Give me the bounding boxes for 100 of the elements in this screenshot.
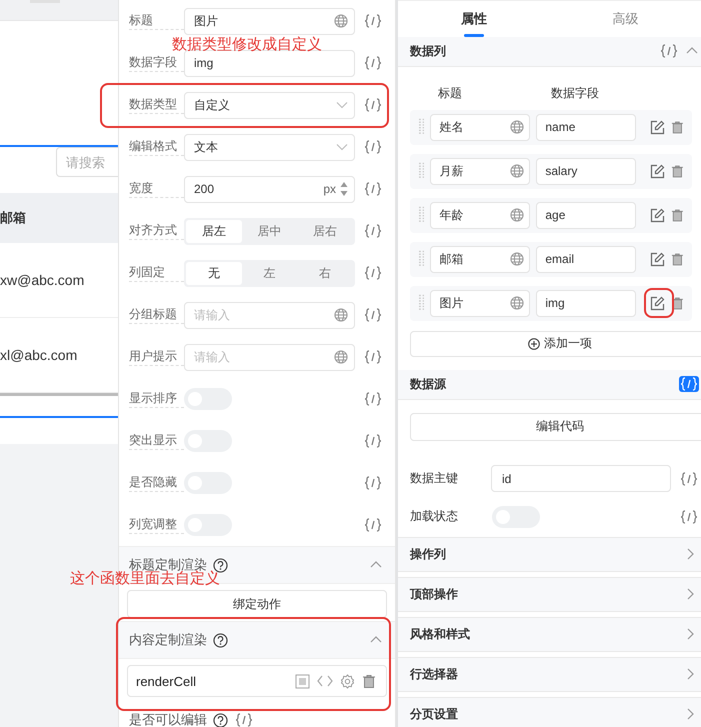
toggle-switch[interactable] <box>184 514 232 536</box>
column-header: 标题 <box>438 84 463 102</box>
code-icon[interactable] <box>679 508 699 525</box>
select-field[interactable]: 自定义 <box>184 92 355 118</box>
text-field[interactable]: 月薪 <box>430 158 530 185</box>
code-icon[interactable] <box>363 139 383 155</box>
code-icon[interactable] <box>679 470 699 487</box>
field-label: 数据类型 <box>129 96 184 114</box>
column-header: 数据字段 <box>551 84 599 102</box>
text-field[interactable]: 图片 <box>430 290 530 317</box>
chevron-down-icon <box>336 143 348 151</box>
trash-icon[interactable] <box>671 252 684 267</box>
text-field[interactable]: 邮箱 <box>430 246 530 273</box>
field-label: 是否可以编辑 <box>129 711 207 727</box>
section-title: 顶部操作 <box>410 586 458 603</box>
segment-option[interactable]: 居中 <box>242 220 298 242</box>
spinner-icon[interactable] <box>340 181 348 197</box>
code-icon[interactable] <box>363 13 383 29</box>
section-title: 操作列 <box>410 546 446 563</box>
plus-circle-icon <box>528 338 540 350</box>
segment-option[interactable]: 左 <box>242 262 298 284</box>
field-label: 是否隐藏 <box>129 474 184 492</box>
globe-icon <box>510 208 524 222</box>
code-icon[interactable] <box>363 55 383 71</box>
drag-handle-icon[interactable] <box>419 250 424 268</box>
settings-icon[interactable] <box>340 674 355 688</box>
edit-icon[interactable] <box>650 120 666 135</box>
segment-option[interactable]: 右 <box>297 262 354 284</box>
code-icon[interactable] <box>363 433 383 449</box>
select-field[interactable]: 文本 <box>184 134 355 160</box>
toggle-switch[interactable] <box>184 430 232 452</box>
field-label: 宽度 <box>129 180 184 198</box>
text-field[interactable]: age <box>536 202 636 229</box>
text-field[interactable]: 姓名 <box>430 114 530 141</box>
segment-option[interactable]: 居左 <box>186 220 242 242</box>
edit-icon[interactable] <box>650 296 666 311</box>
trash-icon[interactable] <box>671 208 684 223</box>
code-icon[interactable] <box>363 349 383 365</box>
drag-handle-icon[interactable] <box>419 206 424 224</box>
code-brackets-icon[interactable] <box>317 675 333 687</box>
text-field[interactable]: name <box>536 114 636 141</box>
code-icon[interactable] <box>363 223 383 239</box>
help-icon <box>213 558 228 572</box>
help-icon <box>213 712 228 727</box>
code-icon[interactable] <box>234 712 254 727</box>
field-label: 数据字段 <box>129 54 184 72</box>
table-cell: xl@abc.com <box>0 347 78 363</box>
bind-action-button[interactable]: 绑定动作 <box>127 590 387 618</box>
toggle-switch[interactable] <box>184 388 232 410</box>
field-label: 数据主键 <box>410 470 459 488</box>
edit-code-button[interactable]: 编辑代码 <box>410 412 701 441</box>
section-title: 数据列 <box>410 42 446 60</box>
function-item[interactable]: renderCell <box>127 665 387 697</box>
toggle-switch[interactable] <box>184 472 232 494</box>
field-label: 列宽调整 <box>129 516 184 534</box>
text-field[interactable]: img <box>536 290 636 317</box>
search-field[interactable]: 请搜索 <box>56 147 118 177</box>
copy-icon[interactable] <box>295 674 310 688</box>
text-field[interactable]: email <box>536 246 636 273</box>
edit-icon[interactable] <box>650 164 666 179</box>
section-title: 标题定制渲染 <box>129 556 207 572</box>
trash-icon[interactable] <box>671 120 684 135</box>
drag-handle-icon[interactable] <box>419 118 424 136</box>
field-label: 编辑格式 <box>129 138 184 156</box>
add-item-button[interactable]: 添加一项 <box>410 330 701 357</box>
code-icon[interactable] <box>363 475 383 491</box>
section-title: 风格和样式 <box>410 626 470 643</box>
text-field[interactable]: id <box>490 465 671 492</box>
code-icon[interactable] <box>659 43 679 60</box>
code-icon[interactable] <box>363 97 383 113</box>
code-icon[interactable] <box>363 181 383 197</box>
annotation-text: 这个函数里面去自定义 <box>70 570 220 588</box>
drag-handle-icon[interactable] <box>419 162 424 180</box>
trash-icon[interactable] <box>671 296 684 311</box>
text-field[interactable]: salary <box>536 158 636 185</box>
code-icon[interactable] <box>363 391 383 407</box>
segment-option[interactable]: 居右 <box>297 220 354 242</box>
code-icon[interactable] <box>363 265 383 281</box>
number-field[interactable]: 200 px <box>184 176 355 202</box>
field-label: 加载状态 <box>410 508 459 526</box>
field-label: 突出显示 <box>129 432 184 450</box>
code-icon[interactable] <box>363 307 383 323</box>
text-field[interactable]: 年龄 <box>430 202 530 229</box>
edit-icon[interactable] <box>650 252 666 267</box>
text-field[interactable]: 图片 <box>184 8 355 34</box>
code-icon[interactable] <box>363 517 383 533</box>
trash-icon[interactable] <box>671 164 684 179</box>
field-label: 用户提示 <box>129 348 184 366</box>
edit-icon[interactable] <box>650 208 666 223</box>
segment-option[interactable]: 无 <box>186 262 242 284</box>
section-title: 分页设置 <box>410 706 458 723</box>
chevron-down-icon <box>336 101 348 109</box>
field-label: 分组标题 <box>129 306 184 324</box>
drag-handle-icon[interactable] <box>419 294 424 312</box>
section-title: 内容定制渲染 <box>129 631 207 649</box>
section-title: 数据源 <box>410 376 446 393</box>
field-label: 显示排序 <box>129 390 184 408</box>
trash-icon[interactable] <box>362 674 376 688</box>
globe-icon <box>510 120 524 134</box>
help-icon <box>213 632 228 648</box>
